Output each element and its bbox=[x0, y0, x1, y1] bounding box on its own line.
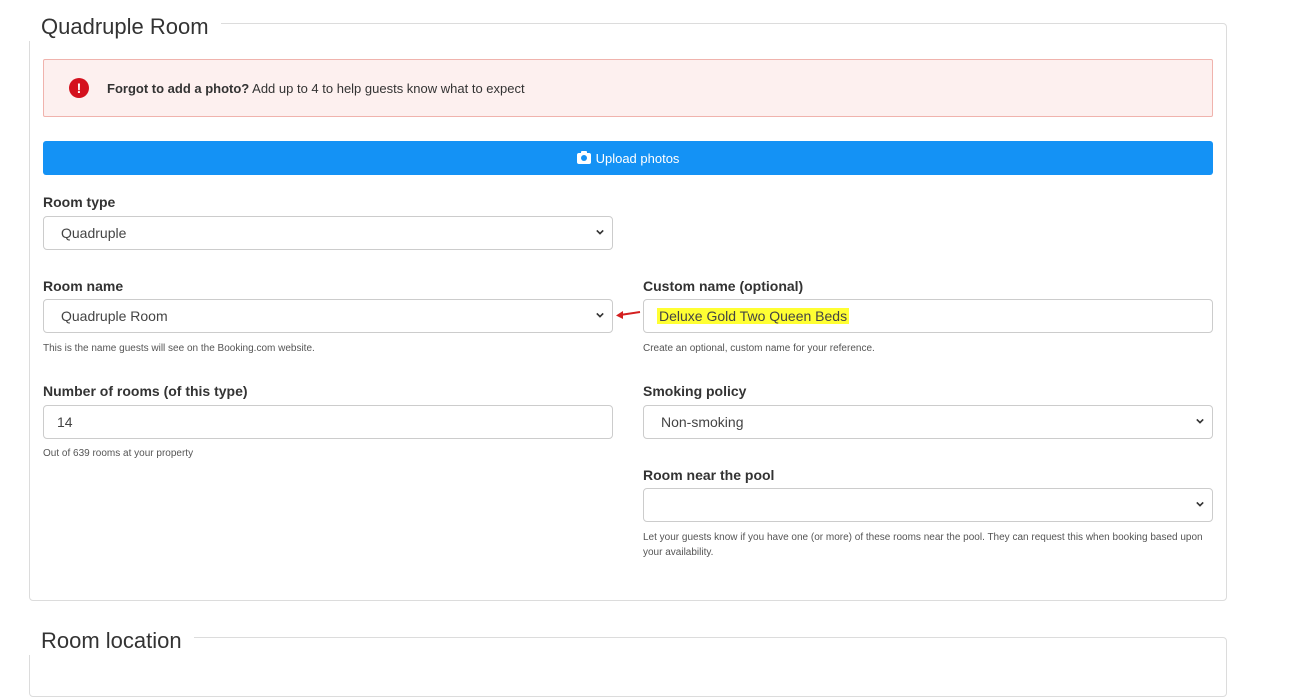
pool-label: Room near the pool bbox=[643, 467, 775, 483]
alert-text: Add up to 4 to help guests know what to … bbox=[249, 80, 525, 96]
num-rooms-input[interactable]: 14 bbox=[43, 405, 613, 439]
chevron-down-icon bbox=[1196, 418, 1204, 424]
room-type-label: Room type bbox=[43, 194, 116, 210]
camera-icon bbox=[576, 150, 591, 164]
upload-photos-label: Upload photos bbox=[595, 150, 680, 166]
exclamation-icon: ! bbox=[69, 78, 89, 98]
pool-select[interactable] bbox=[643, 488, 1213, 522]
custom-name-label: Custom name (optional) bbox=[643, 278, 804, 294]
pool-help: Let your guests know if you have one (or… bbox=[643, 532, 1203, 558]
annotation-arrow-icon bbox=[616, 311, 641, 319]
num-rooms-value: 14 bbox=[57, 414, 73, 430]
custom-name-input[interactable]: Deluxe Gold Two Queen Beds bbox=[643, 299, 1213, 333]
room-name-value: Quadruple Room bbox=[61, 308, 168, 324]
alert-bold-text: Forgot to add a photo? bbox=[107, 80, 250, 96]
custom-name-value: Deluxe Gold Two Queen Beds bbox=[657, 308, 850, 324]
smoking-policy-label: Smoking policy bbox=[643, 383, 747, 399]
chevron-down-icon bbox=[596, 229, 604, 235]
smoking-policy-value: Non-smoking bbox=[661, 414, 744, 430]
chevron-down-icon bbox=[1196, 501, 1204, 507]
room-name-label: Room name bbox=[43, 278, 124, 294]
num-rooms-label: Number of rooms (of this type) bbox=[43, 383, 248, 399]
room-name-help: This is the name guests will see on the … bbox=[43, 343, 315, 354]
photo-alert: ! Forgot to add a photo? Add up to 4 to … bbox=[43, 59, 1213, 117]
room-name-select[interactable]: Quadruple Room bbox=[43, 299, 613, 333]
room-location-legend: Room location bbox=[29, 627, 194, 655]
room-type-value: Quadruple bbox=[61, 225, 127, 241]
upload-photos-button[interactable]: Upload photos bbox=[43, 141, 1213, 175]
room-location-section bbox=[29, 637, 1227, 697]
smoking-policy-select[interactable]: Non-smoking bbox=[643, 405, 1213, 439]
num-rooms-help: Out of 639 rooms at your property bbox=[43, 448, 194, 459]
room-section-legend: Quadruple Room bbox=[29, 13, 221, 41]
custom-name-help: Create an optional, custom name for your… bbox=[643, 343, 875, 354]
room-type-select[interactable]: Quadruple bbox=[43, 216, 613, 250]
chevron-down-icon bbox=[596, 312, 604, 318]
alert-message: Forgot to add a photo? Add up to 4 to he… bbox=[107, 81, 525, 96]
